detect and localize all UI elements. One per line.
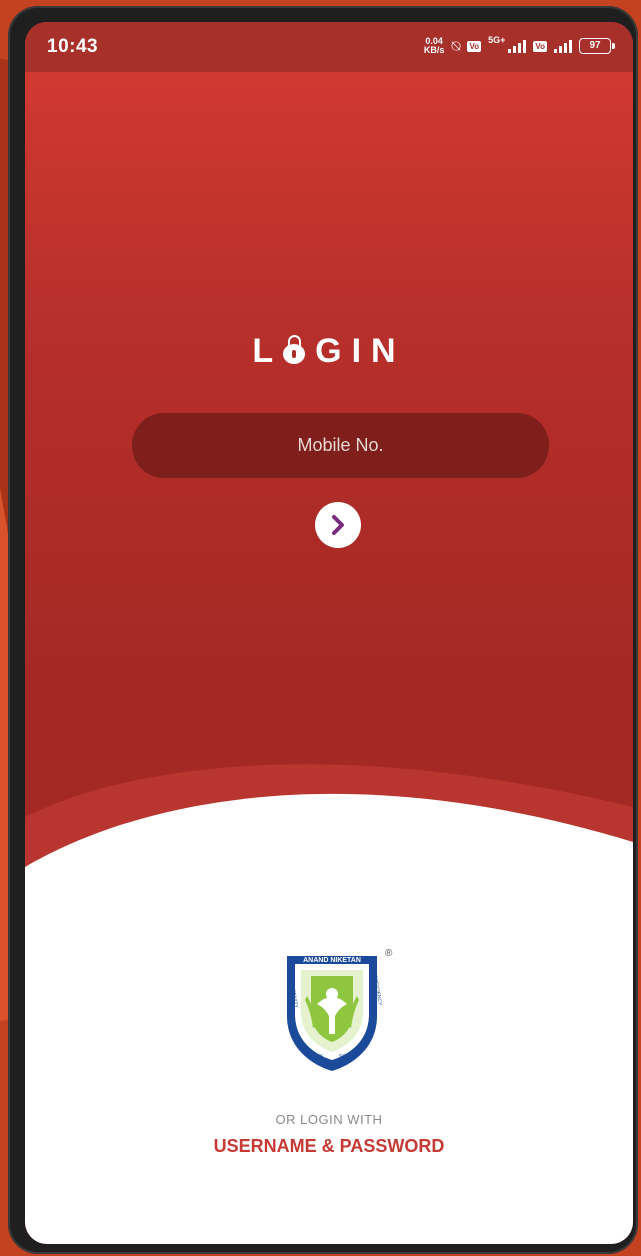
signal-strength-icon-2 xyxy=(554,39,572,53)
next-button[interactable] xyxy=(315,502,361,548)
chevron-right-icon xyxy=(332,515,344,535)
network-speed-unit: KB/s xyxy=(423,45,445,55)
volte-badge-2: Vo xyxy=(533,40,547,52)
status-icons: 0.04 KB/s ⍉ Vo 5G+ Vo 97 xyxy=(424,34,615,58)
status-time: 10:43 xyxy=(47,36,99,57)
registered-mark: ® xyxy=(385,948,393,959)
login-title-suffix: GIN xyxy=(315,332,406,370)
network-5g-label: 5G+ xyxy=(488,35,506,45)
login-title: L GIN xyxy=(25,332,633,371)
network-speed: 0.04 KB/s xyxy=(424,37,445,55)
vibrate-off-icon: ⍉ xyxy=(451,37,461,55)
app-screen: 10:43 0.04 KB/s ⍉ Vo 5G+ Vo 97 L GIN Mob… xyxy=(25,22,633,1244)
or-login-with-label: OR LOGIN WITH xyxy=(275,1112,383,1127)
status-bar: 10:43 0.04 KB/s ⍉ Vo 5G+ Vo 97 xyxy=(25,22,633,72)
phone-frame: 10:43 0.04 KB/s ⍉ Vo 5G+ Vo 97 L GIN Mob… xyxy=(8,6,638,1254)
username-password-link[interactable]: USERNAME & PASSWORD xyxy=(25,1136,633,1157)
school-logo: ANAND NIKETAN ACTIVITY PROFICIENCY JOY S… xyxy=(287,948,393,1071)
login-title-prefix: L xyxy=(252,332,284,370)
mobile-number-input[interactable] xyxy=(132,413,549,478)
battery-icon: 97 xyxy=(579,38,615,54)
logo-top-text: ANAND NIKETAN xyxy=(303,957,361,964)
lock-icon xyxy=(283,335,306,364)
logo-bottom-right-text: SKILL xyxy=(339,1054,353,1060)
signal-strength-icon xyxy=(508,39,527,53)
battery-level: 97 xyxy=(589,40,601,51)
volte-badge-1: Vo xyxy=(467,40,482,52)
logo-bottom-left-text: JOY xyxy=(313,1054,323,1060)
